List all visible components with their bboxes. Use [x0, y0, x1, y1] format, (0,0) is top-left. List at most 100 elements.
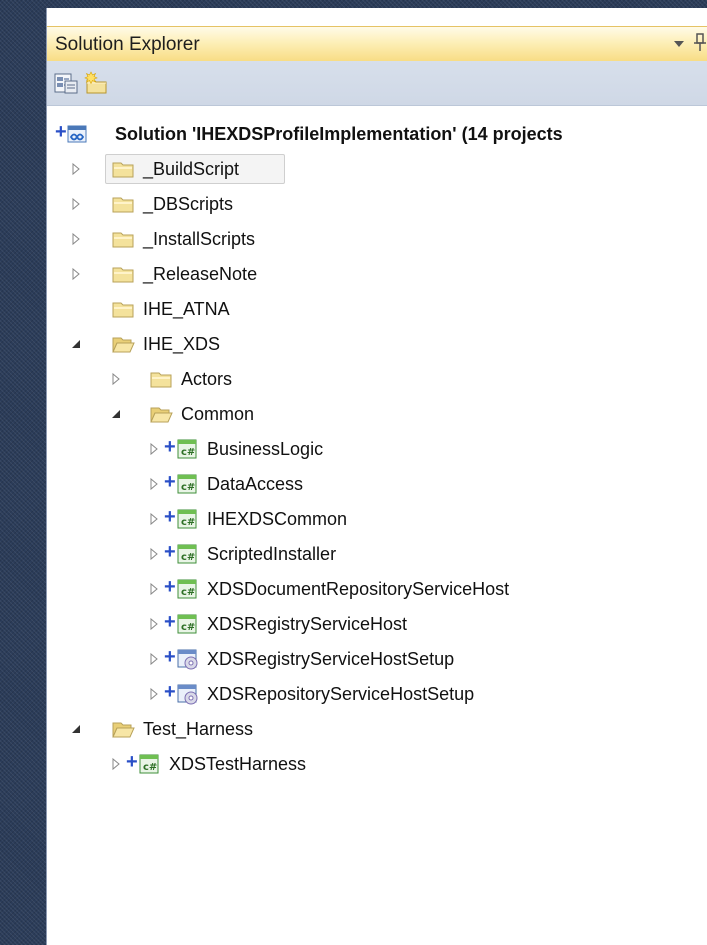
solution-folder-icon [112, 232, 134, 248]
csharp-project-icon: c# [177, 544, 197, 564]
collapse-arrow-icon[interactable] [69, 721, 83, 737]
tree-node-label: _InstallScripts [143, 229, 256, 249]
solution-explorer-panel: Solution Explorer + Solution 'IHEXDSProf… [46, 8, 707, 945]
open-folder-icon [112, 722, 135, 738]
solution-node[interactable]: + Solution 'IHEXDSProfileImplementation'… [47, 117, 707, 151]
setup-project-icon [177, 684, 198, 705]
solution-icon [67, 125, 87, 143]
pin-icon[interactable] [692, 32, 707, 54]
source-control-plus-icon: + [164, 681, 176, 703]
tree-node-actors[interactable]: Actors [47, 362, 707, 396]
tree-node-scriptedinstaller[interactable]: + c# ScriptedInstaller [47, 537, 707, 571]
tree-node-label: XDSTestHarness [169, 754, 307, 774]
tree-node-label: XDSRepositoryServiceHostSetup [207, 684, 475, 704]
tree-node-label: IHE_XDS [143, 334, 221, 354]
tree-node-label: DataAccess [207, 474, 304, 494]
expand-arrow-icon[interactable] [147, 546, 161, 562]
csharp-project-icon: c# [139, 754, 159, 774]
csharp-project-icon: c# [177, 614, 197, 634]
tree-node-ihe-xds[interactable]: IHE_XDS [47, 327, 707, 361]
solution-folder-icon [112, 162, 134, 178]
csharp-project-icon: c# [177, 509, 197, 529]
svg-text:c#: c# [181, 622, 195, 633]
source-control-plus-icon: + [55, 121, 67, 143]
tree-node-dbscripts[interactable]: _DBScripts [47, 187, 707, 221]
panel-title: Solution Explorer [55, 34, 200, 55]
tree-node-xdsrepositoryservicehostsetup[interactable]: + XDSRepositoryServiceHostSetup [47, 677, 707, 711]
source-control-plus-icon: + [164, 646, 176, 668]
tree-node-label: XDSDocumentRepositoryServiceHost [207, 579, 510, 599]
solution-label: Solution 'IHEXDSProfileImplementation' (… [115, 124, 563, 144]
expand-arrow-icon[interactable] [69, 196, 83, 212]
csharp-project-icon: c# [177, 579, 197, 599]
panel-title-bar[interactable]: Solution Explorer [47, 26, 707, 62]
solution-folder-icon [112, 267, 134, 283]
expand-arrow-icon[interactable] [69, 161, 83, 177]
source-control-plus-icon: + [164, 611, 176, 633]
tree-node-buildscript[interactable]: _BuildScript [47, 152, 707, 186]
expand-arrow-icon[interactable] [147, 616, 161, 632]
tree-node-label: Common [181, 404, 255, 424]
tree-node-label: IHE_ATNA [143, 299, 230, 319]
open-folder-icon [150, 407, 173, 423]
svg-text:c#: c# [181, 517, 195, 528]
csharp-project-icon: c# [177, 439, 197, 459]
expand-arrow-icon[interactable] [147, 686, 161, 702]
tree-node-test-harness[interactable]: Test_Harness [47, 712, 707, 746]
tree-node-label: _BuildScript [143, 159, 240, 179]
tree-node-ihexdscommon[interactable]: + c# IHEXDSCommon [47, 502, 707, 536]
setup-project-icon [177, 649, 198, 670]
panel-toolbar [47, 61, 707, 106]
tree-node-installscripts[interactable]: _InstallScripts [47, 222, 707, 256]
tree-node-xdsdocumentrepositoryservicehost[interactable]: + c# XDSDocumentRepositoryServiceHost [47, 572, 707, 606]
properties-icon[interactable] [53, 71, 79, 95]
svg-text:c#: c# [181, 482, 195, 493]
source-control-plus-icon: + [164, 436, 176, 458]
tree-node-label: BusinessLogic [207, 439, 324, 459]
source-control-plus-icon: + [164, 471, 176, 493]
source-control-plus-icon: + [164, 506, 176, 528]
solution-tree: + Solution 'IHEXDSProfileImplementation'… [47, 105, 707, 945]
expand-arrow-icon[interactable] [147, 441, 161, 457]
tree-node-label: XDSRegistryServiceHostSetup [207, 649, 455, 669]
expand-arrow-icon[interactable] [147, 476, 161, 492]
svg-text:c#: c# [181, 552, 195, 563]
collapse-arrow-icon[interactable] [69, 336, 83, 352]
show-all-files-icon[interactable] [83, 71, 109, 95]
csharp-project-icon: c# [177, 474, 197, 494]
tree-node-dataaccess[interactable]: + c# DataAccess [47, 467, 707, 501]
expand-arrow-icon[interactable] [69, 231, 83, 247]
tree-node-xdsregistryservicehostsetup[interactable]: + XDSRegistryServiceHostSetup [47, 642, 707, 676]
source-control-plus-icon: + [126, 751, 138, 773]
svg-text:c#: c# [143, 762, 157, 773]
tree-node-label: IHEXDSCommon [207, 509, 348, 529]
tree-node-label: _ReleaseNote [143, 264, 258, 284]
expand-arrow-icon[interactable] [147, 581, 161, 597]
expand-arrow-icon[interactable] [69, 266, 83, 282]
tree-node-ihe-atna[interactable]: IHE_ATNA [47, 292, 707, 326]
tree-node-label: Actors [181, 369, 233, 389]
svg-text:c#: c# [181, 587, 195, 598]
chevron-down-icon[interactable] [674, 41, 684, 47]
solution-folder-icon [112, 197, 134, 213]
solution-folder-icon [150, 372, 172, 388]
collapse-arrow-icon[interactable] [109, 406, 123, 422]
tree-node-label: Test_Harness [143, 719, 254, 739]
tree-node-xdstestharness[interactable]: + c# XDSTestHarness [47, 747, 707, 781]
expand-arrow-icon[interactable] [109, 756, 123, 772]
expand-arrow-icon[interactable] [147, 651, 161, 667]
tree-node-releasenote[interactable]: _ReleaseNote [47, 257, 707, 291]
source-control-plus-icon: + [164, 576, 176, 598]
tree-node-label: ScriptedInstaller [207, 544, 337, 564]
open-folder-icon [112, 337, 135, 353]
source-control-plus-icon: + [164, 541, 176, 563]
svg-text:c#: c# [181, 447, 195, 458]
tree-node-businesslogic[interactable]: + c# BusinessLogic [47, 432, 707, 466]
expand-arrow-icon[interactable] [109, 371, 123, 387]
solution-folder-icon [112, 302, 134, 318]
tree-node-xdsregistryservicehost[interactable]: + c# XDSRegistryServiceHost [47, 607, 707, 641]
tree-node-common[interactable]: Common [47, 397, 707, 431]
tree-node-label: XDSRegistryServiceHost [207, 614, 408, 634]
expand-arrow-icon[interactable] [147, 511, 161, 527]
tree-node-label: _DBScripts [143, 194, 234, 214]
